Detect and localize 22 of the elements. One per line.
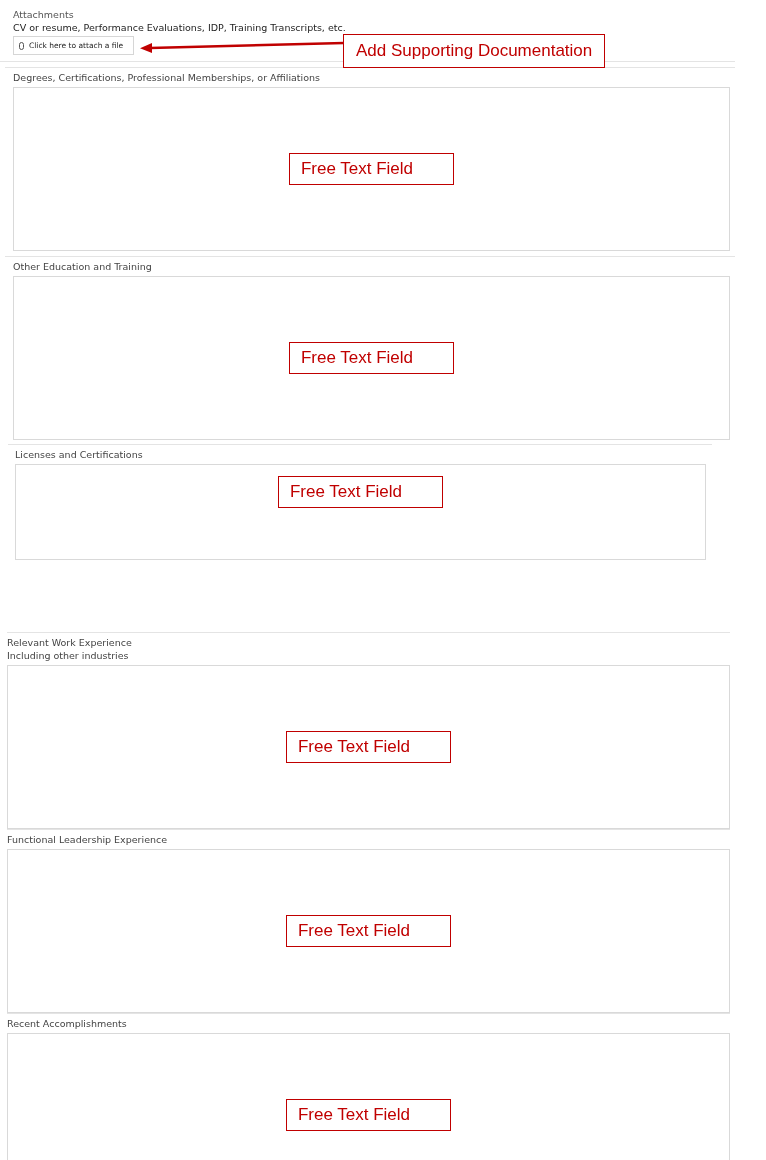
annotation-callout: Free Text Field: [285, 1099, 452, 1131]
text-area[interactable]: Free Text Field: [13, 87, 730, 251]
field-label: Licenses and Certifications: [15, 448, 144, 462]
annotation-callout: Add Supporting Documentation: [343, 34, 606, 68]
section-title: Attachments: [13, 8, 75, 21]
text-area[interactable]: Free Text Field: [7, 1033, 730, 1160]
field-label: Other Education and Training: [13, 260, 153, 274]
field-label: Degrees, Certifications, Professional Memberships, or Affiliations: [13, 71, 321, 85]
field-label: Recent Accomplishments: [7, 1017, 128, 1031]
field-label: Relevant Work Experience Including other industries: [7, 636, 133, 663]
annotation-callout: Free Text Field: [288, 342, 455, 374]
annotation-callout: Free Text Field: [277, 476, 444, 508]
annotation-callout: Free Text Field: [285, 731, 452, 763]
field-label: Functional Leadership Experience: [7, 833, 169, 847]
text-area[interactable]: Free Text Field: [15, 464, 706, 560]
paperclip-icon: [19, 41, 24, 50]
annotation-callout: Free Text Field: [288, 153, 455, 185]
text-area[interactable]: Free Text Field: [7, 849, 730, 1013]
text-area[interactable]: Free Text Field: [13, 276, 730, 440]
annotation-callout: Free Text Field: [285, 915, 452, 947]
text-area[interactable]: Free Text Field: [7, 665, 730, 829]
hint-text: CV or resume, Performance Evaluations, IDP, Training Transcripts, etc.: [13, 21, 347, 34]
